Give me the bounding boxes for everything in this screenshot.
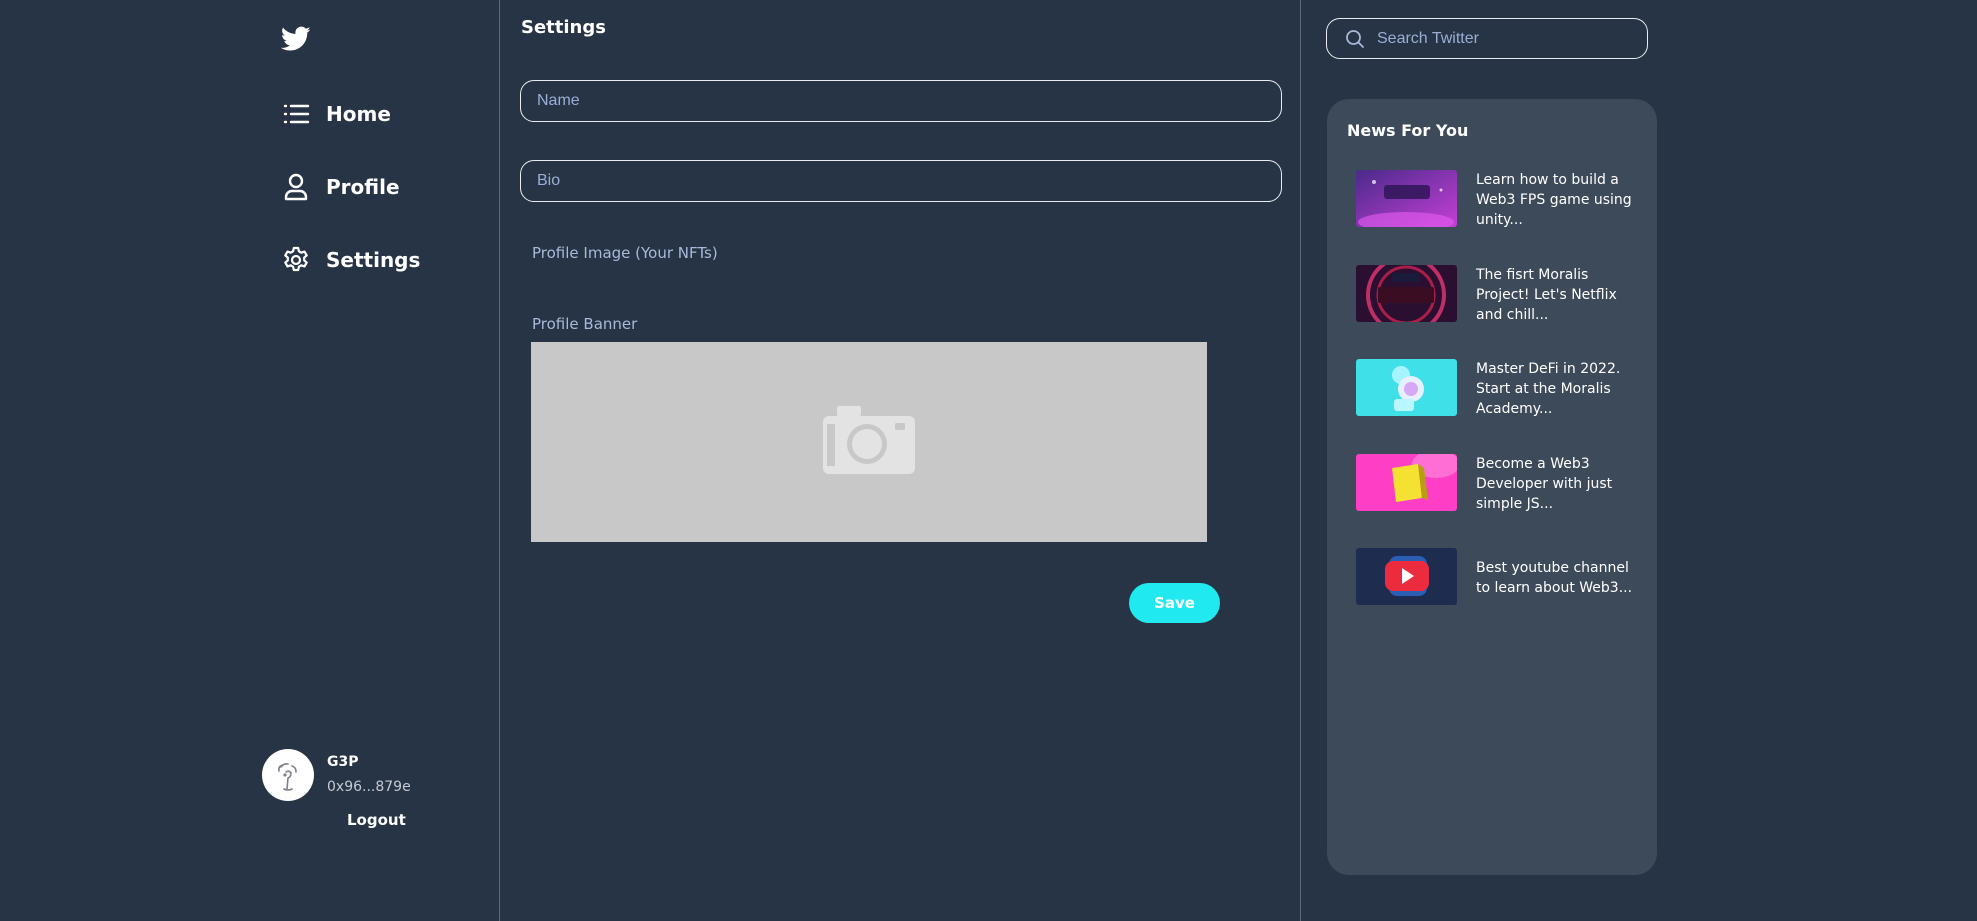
news-item[interactable]: Learn how to build a Web3 FPS game using… bbox=[1356, 170, 1646, 232]
netflix-thumbnail bbox=[1356, 265, 1457, 322]
news-text: Become a Web3 Developer with just simple… bbox=[1476, 456, 1613, 512]
profile-banner-upload[interactable] bbox=[531, 342, 1207, 542]
news-text: Best youtube channel to learn about Web3… bbox=[1476, 560, 1633, 596]
search-icon bbox=[1346, 29, 1364, 48]
news-text: The fisrt Moralis Project! Let's Netflix… bbox=[1476, 267, 1617, 323]
user-icon bbox=[284, 173, 308, 201]
search-input[interactable] bbox=[1375, 28, 1635, 49]
news-item[interactable]: Master DeFi in 2022. Start at the Morali… bbox=[1356, 359, 1646, 421]
news-item[interactable]: Become a Web3 Developer with just simple… bbox=[1356, 454, 1646, 516]
list-icon bbox=[283, 104, 310, 124]
news-title: News For You bbox=[1347, 121, 1469, 140]
space-shooter-thumbnail bbox=[1356, 170, 1457, 227]
news-item[interactable]: Best youtube channel to learn about Web3… bbox=[1356, 548, 1646, 610]
nav-label-home: Home bbox=[326, 102, 391, 126]
user-block: G3P 0x96...879e Logout bbox=[262, 749, 422, 839]
logout-button[interactable]: Logout bbox=[347, 811, 406, 829]
gear-icon bbox=[284, 246, 308, 272]
news-item[interactable]: The fisrt Moralis Project! Let's Netflix… bbox=[1356, 265, 1646, 327]
avatar[interactable] bbox=[262, 749, 314, 801]
javascript-thumbnail bbox=[1356, 454, 1457, 511]
youtube-thumbnail bbox=[1356, 548, 1457, 605]
nav-item-home[interactable]: Home bbox=[281, 96, 391, 132]
search-box[interactable] bbox=[1326, 18, 1648, 59]
news-panel: News For You Learn how to build a Web3 F… bbox=[1327, 99, 1657, 875]
name-input[interactable] bbox=[520, 80, 1282, 122]
left-sidebar: Home Profile Settings G3P 0x96...879e Lo… bbox=[0, 0, 500, 921]
bio-input[interactable] bbox=[520, 160, 1282, 202]
wallet-address: 0x96...879e bbox=[327, 779, 411, 795]
profile-image-label: Profile Image (Your NFTs) bbox=[532, 244, 718, 262]
nav-label-settings: Settings bbox=[326, 248, 421, 272]
twitter-logo-icon[interactable] bbox=[280, 26, 311, 52]
nav-item-settings[interactable]: Settings bbox=[281, 242, 420, 278]
settings-main: Settings Profile Image (Your NFTs) Profi… bbox=[501, 0, 1301, 921]
defi-thumbnail bbox=[1356, 359, 1457, 416]
nav-item-profile[interactable]: Profile bbox=[281, 169, 400, 205]
profile-banner-label: Profile Banner bbox=[532, 315, 638, 333]
user-name: G3P bbox=[327, 754, 359, 770]
nav-label-profile: Profile bbox=[326, 175, 400, 199]
news-text: Learn how to build a Web3 FPS game using… bbox=[1476, 172, 1632, 228]
news-text: Master DeFi in 2022. Start at the Morali… bbox=[1476, 361, 1621, 417]
page-title: Settings bbox=[521, 17, 606, 38]
save-button[interactable]: Save bbox=[1129, 583, 1220, 623]
camera-icon bbox=[823, 406, 915, 474]
